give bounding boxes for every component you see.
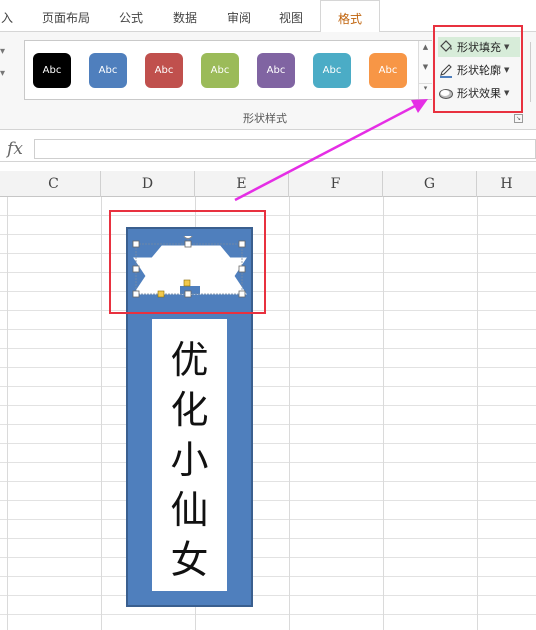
annotation-arrow <box>234 99 428 202</box>
